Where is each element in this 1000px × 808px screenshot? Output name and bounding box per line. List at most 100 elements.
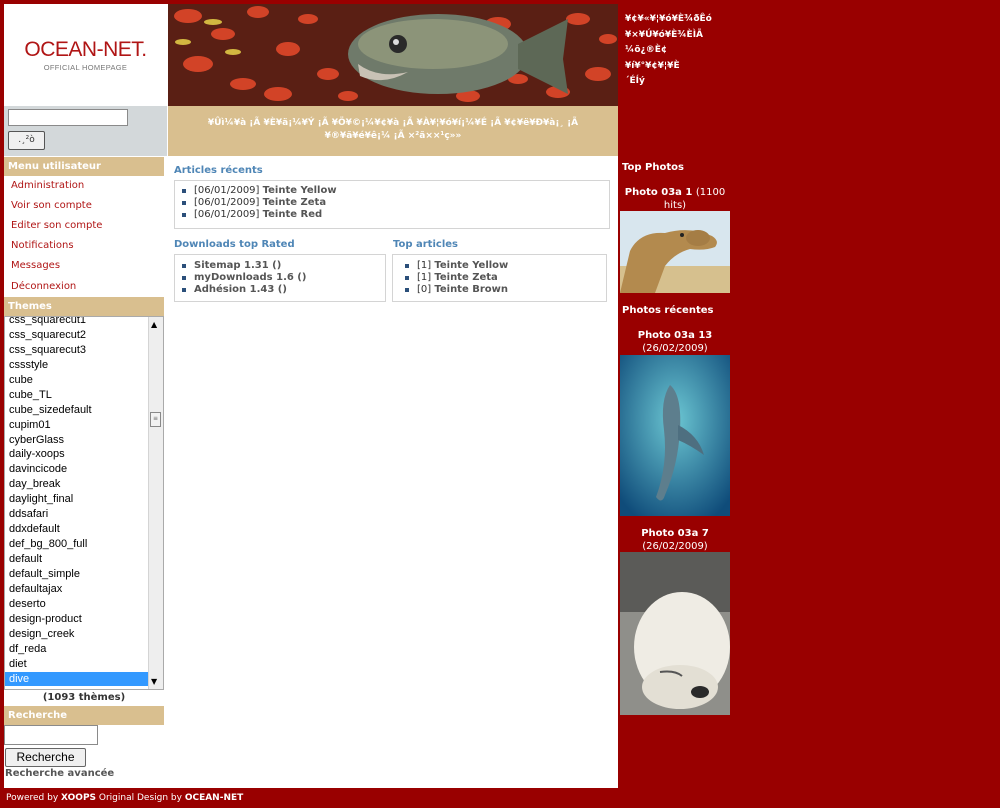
quick-search-input[interactable] [8, 109, 128, 126]
account-link[interactable]: ¼õ¿®È¢ [625, 43, 745, 59]
article-date: [06/01/2009] [194, 197, 260, 208]
photo-name[interactable]: Photo 03a 1 [625, 187, 693, 198]
fish-banner-image [168, 4, 618, 106]
footer-powered-text: Powered by [6, 793, 62, 803]
article-link[interactable]: Teinte Yellow [263, 185, 337, 196]
scroll-down-icon[interactable]: ▼ [151, 677, 157, 686]
article-date: [06/01/2009] [194, 185, 260, 196]
theme-options: css_squarecut1 css_squarecut2 css_squarecu… [5, 317, 148, 687]
list-item[interactable]: [06/01/2009] Teinte Yellow [180, 185, 337, 197]
theme-option[interactable]: dive [5, 671, 148, 687]
scroll-up-icon[interactable]: ▲ [151, 320, 157, 329]
site-slogan: ¥Ûì¼¥à ¡Ã ¥È¥ä¡¼¥Ý ¡Ã ¥Ö¥©¡¼¥¢¥à ¡Ã ¥À¥¦… [168, 106, 618, 156]
menu-item-logout[interactable]: Déconnexion [11, 281, 76, 292]
theme-select-list[interactable]: css_squarecut1 css_squarecut2 css_squarecu… [4, 316, 164, 690]
quick-search-bar: .¸²ò [4, 106, 167, 156]
downloads-title: Downloads top Rated [174, 239, 295, 250]
theme-option[interactable]: default_simple [5, 567, 148, 582]
scrollbar-thumb[interactable]: ≡ [150, 412, 161, 427]
article-link[interactable]: Teinte Red [263, 209, 323, 220]
polar-bear-photo[interactable] [620, 552, 730, 715]
footer-design-text: Original Design by [96, 793, 185, 803]
theme-option[interactable]: cssstyle [5, 358, 148, 373]
account-links: ¥¢¥«¥¦¥ó¥È¾ðÊó ¥×¥Ú¥ó¥È¾ÈÌÃ ¼õ¿®È¢ ¥í¥°¥… [625, 12, 745, 90]
logo-title: OCEAN-NET. [24, 38, 147, 61]
download-link[interactable]: Adhésion 1.43 () [194, 284, 287, 295]
site-logo[interactable]: OCEAN-NET. OFFICIAL HOMEPAGE [4, 4, 167, 106]
article-link[interactable]: Teinte Zeta [434, 272, 497, 283]
theme-option[interactable]: cyberGlass [5, 433, 148, 448]
list-item[interactable]: myDownloads 1.6 () [180, 272, 306, 284]
theme-option[interactable]: ddxdefault [5, 522, 148, 537]
list-item[interactable]: [0] Teinte Brown [403, 284, 508, 296]
top-photos-title: Top Photos [622, 162, 684, 173]
camel-photo[interactable] [620, 211, 730, 293]
theme-count: (1093 thèmes) [4, 692, 164, 703]
theme-option[interactable]: cupim01 [5, 418, 148, 433]
theme-option[interactable]: css_squarecut2 [5, 328, 148, 343]
theme-option[interactable]: deserto [5, 597, 148, 612]
photo-name[interactable]: Photo 03a 13 [620, 329, 730, 342]
menu-item-view-account[interactable]: Voir son compte [11, 200, 92, 211]
quick-search-button[interactable]: .¸²ò [8, 131, 45, 150]
xoops-link[interactable]: XOOPS [61, 793, 96, 803]
theme-option[interactable]: css_squarecut3 [5, 343, 148, 358]
list-item[interactable]: Adhésion 1.43 () [180, 284, 306, 296]
article-link[interactable]: Teinte Yellow [434, 260, 508, 271]
recent-photo-caption[interactable]: Photo 03a 13 (26/02/2009) [620, 329, 730, 355]
account-link[interactable]: ¥¢¥«¥¦¥ó¥È¾ðÊó [625, 12, 745, 28]
article-count: [1] [417, 272, 432, 283]
theme-option[interactable]: daylight_final [5, 492, 148, 507]
article-count: [1] [417, 260, 432, 271]
top-photo-caption[interactable]: Photo 03a 1 (1100 hits) [620, 186, 730, 212]
recent-articles-list: [06/01/2009] Teinte Yellow [06/01/2009] … [180, 185, 337, 221]
search-button[interactable]: Recherche [5, 748, 86, 767]
theme-option[interactable]: css_squarecut1 [5, 317, 148, 328]
article-link[interactable]: Teinte Brown [434, 284, 508, 295]
theme-option[interactable]: diet [5, 657, 148, 672]
theme-option[interactable]: def_bg_800_full [5, 537, 148, 552]
list-item[interactable]: [06/01/2009] Teinte Red [180, 209, 337, 221]
search-input[interactable] [4, 725, 98, 745]
user-menu-title: Menu utilisateur [4, 157, 164, 176]
recent-photo-caption[interactable]: Photo 03a 7 (26/02/2009) [620, 527, 730, 553]
theme-option[interactable]: daily-xoops [5, 447, 148, 462]
page-footer: Powered by XOOPS Original Design by OCEA… [0, 788, 1000, 808]
download-link[interactable]: Sitemap 1.31 () [194, 260, 281, 271]
list-item[interactable]: Sitemap 1.31 () [180, 260, 306, 272]
list-item[interactable]: [1] Teinte Zeta [403, 272, 508, 284]
ocean-net-link[interactable]: OCEAN-NET [185, 793, 243, 803]
theme-option[interactable]: design-product [5, 612, 148, 627]
menu-item-notifications[interactable]: Notifications [11, 240, 74, 251]
search-title: Recherche [4, 706, 164, 725]
theme-option[interactable]: ddsafari [5, 507, 148, 522]
theme-option[interactable]: defaultajax [5, 582, 148, 597]
theme-option[interactable]: design_creek [5, 627, 148, 642]
theme-option[interactable]: cube_TL [5, 388, 148, 403]
top-articles-title: Top articles [393, 239, 458, 250]
article-count: [0] [417, 284, 432, 295]
list-item[interactable]: [06/01/2009] Teinte Zeta [180, 197, 337, 209]
theme-option[interactable]: davincicode [5, 462, 148, 477]
theme-option[interactable]: cube [5, 373, 148, 388]
themes-title: Themes [4, 297, 164, 316]
theme-option[interactable]: default [5, 552, 148, 567]
account-link[interactable]: ¥×¥Ú¥ó¥È¾ÈÌÃ [625, 28, 745, 44]
account-link[interactable]: ´ÉÍý [625, 74, 745, 90]
theme-option[interactable]: cube_sizedefault [5, 403, 148, 418]
menu-item-messages[interactable]: Messages [11, 260, 60, 271]
download-link[interactable]: myDownloads 1.6 () [194, 272, 306, 283]
list-item[interactable]: [1] Teinte Yellow [403, 260, 508, 272]
logo-subtitle: OFFICIAL HOMEPAGE [43, 63, 128, 72]
menu-item-edit-account[interactable]: Editer son compte [11, 220, 102, 231]
menu-item-administration[interactable]: Administration [11, 180, 84, 191]
dolphin-photo[interactable] [620, 355, 730, 516]
photo-date: (26/02/2009) [642, 343, 708, 354]
article-link[interactable]: Teinte Zeta [263, 197, 326, 208]
theme-option[interactable]: df_reda [5, 642, 148, 657]
advanced-search-link[interactable]: Recherche avancée [5, 768, 114, 779]
photo-name[interactable]: Photo 03a 7 [620, 527, 730, 540]
account-link[interactable]: ¥í¥°¥¢¥¦¥È [625, 59, 745, 75]
theme-option[interactable]: day_break [5, 477, 148, 492]
theme-list-scrollbar[interactable]: ▲ ≡ ▼ [148, 317, 163, 689]
